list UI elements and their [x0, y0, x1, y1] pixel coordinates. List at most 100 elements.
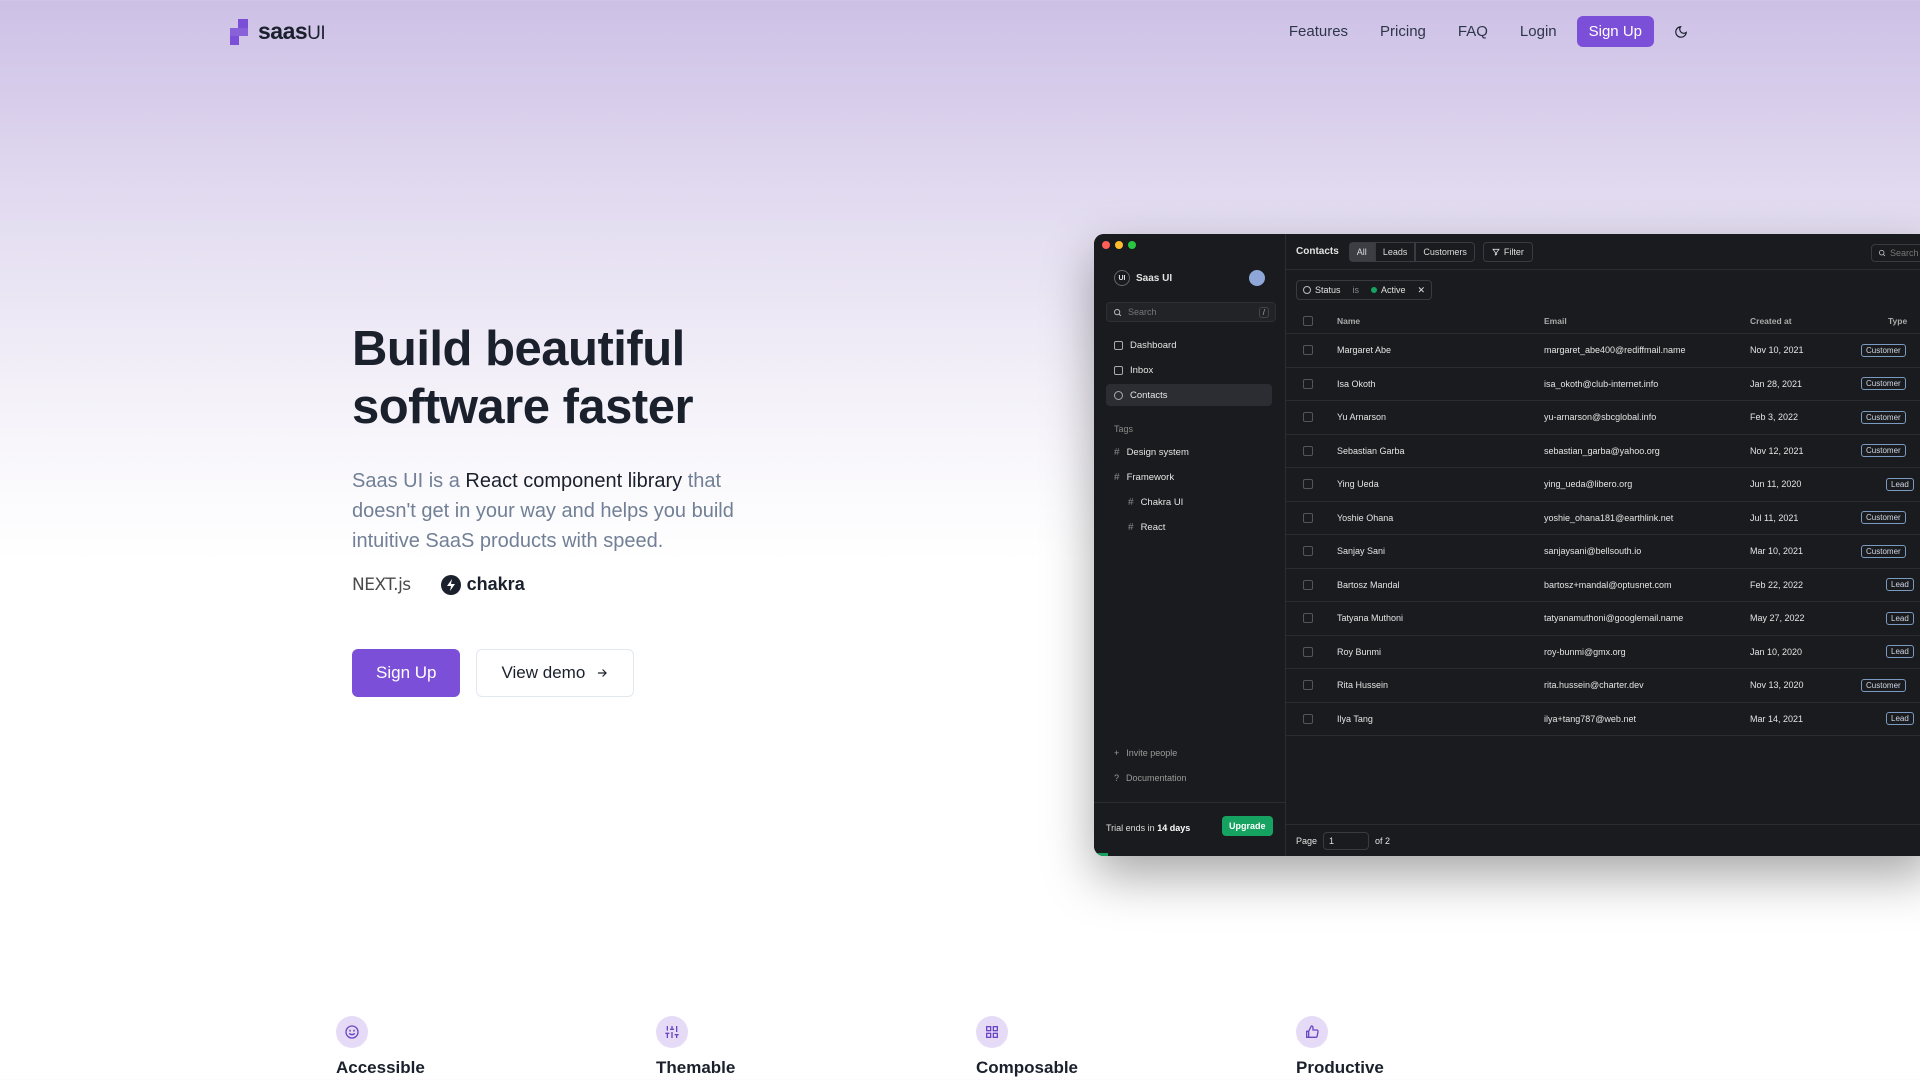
- type-badge: Lead: [1886, 477, 1914, 491]
- contact-email: rita.hussein@charter.dev: [1544, 680, 1644, 691]
- row-checkbox[interactable]: [1303, 445, 1313, 456]
- nav-link-features[interactable]: Features: [1289, 23, 1348, 40]
- invite-people-link[interactable]: + Invite people: [1106, 742, 1272, 764]
- workspace-icon: UI: [1114, 270, 1130, 286]
- type-badge: Customer: [1861, 678, 1906, 692]
- moon-icon[interactable]: [1670, 21, 1692, 43]
- feature-title: Accessible: [336, 1058, 425, 1077]
- filter-field: Status: [1297, 285, 1347, 295]
- workspace-switcher[interactable]: UI Saas UI: [1114, 270, 1172, 286]
- type-badge: Customer: [1861, 343, 1906, 357]
- upgrade-button[interactable]: Upgrade: [1222, 816, 1273, 836]
- plus-icon: +: [1114, 748, 1120, 758]
- row-checkbox[interactable]: [1303, 412, 1313, 423]
- tag-item[interactable]: # Chakra UI: [1106, 491, 1272, 513]
- trial-banner: Trial ends in 14 days Upgrade: [1094, 802, 1286, 856]
- column-header-type[interactable]: Type: [1888, 316, 1907, 326]
- tag-item[interactable]: # Framework: [1106, 466, 1272, 488]
- row-checkbox[interactable]: [1303, 713, 1313, 724]
- feature-title: Productive: [1296, 1058, 1384, 1077]
- nav-link-login[interactable]: Login: [1520, 23, 1557, 40]
- select-all-checkbox[interactable]: [1303, 316, 1313, 326]
- logo[interactable]: saasUI: [230, 18, 326, 45]
- app-sidebar: UI Saas UI Search / Dashboard Inbox Cont…: [1094, 234, 1286, 856]
- filter-operator: is: [1352, 285, 1360, 295]
- sidebar-item-contacts[interactable]: Contacts: [1106, 384, 1272, 406]
- chakra-logo: chakra: [440, 574, 525, 595]
- sidebar-item-inbox[interactable]: Inbox: [1106, 359, 1272, 381]
- contacts-search-input[interactable]: Search: [1871, 244, 1920, 262]
- feature-productive: Productive: [1296, 1016, 1456, 1078]
- contact-created: Feb 22, 2022: [1750, 579, 1804, 590]
- table-row[interactable]: Yoshie Ohana yoshie_ohana181@earthlink.ne…: [1286, 500, 1920, 535]
- table-row[interactable]: Ilya Tang ilya+tang787@web.net Mar 14, 202…: [1286, 701, 1920, 736]
- contact-email: bartosz+mandal@optusnet.com: [1544, 579, 1672, 590]
- table-row[interactable]: Margaret Abe margaret_abe400@rediffmail.n…: [1286, 333, 1920, 367]
- nav-link-faq[interactable]: FAQ: [1458, 23, 1488, 40]
- contact-email: tatyanamuthoni@googlemail.name: [1544, 613, 1684, 624]
- feature-composable: Composable: [976, 1016, 1136, 1078]
- signup-button[interactable]: Sign Up: [352, 649, 461, 697]
- row-checkbox[interactable]: [1303, 345, 1313, 356]
- contact-email: ilya+tang787@web.net: [1544, 713, 1636, 724]
- trial-progress: [1094, 853, 1108, 856]
- column-header-name[interactable]: Name: [1337, 316, 1360, 326]
- contact-created: Jul 11, 2021: [1750, 512, 1799, 523]
- page-input[interactable]: 1: [1323, 831, 1370, 850]
- pagination: Page 1 of 2: [1286, 824, 1920, 856]
- contact-created: Nov 12, 2021: [1750, 445, 1804, 456]
- tab-leads[interactable]: Leads: [1374, 241, 1416, 262]
- nav-signup-button[interactable]: Sign Up: [1576, 16, 1654, 47]
- documentation-link[interactable]: ? Documentation: [1106, 767, 1272, 789]
- row-checkbox[interactable]: [1303, 579, 1313, 590]
- row-checkbox[interactable]: [1303, 546, 1313, 557]
- sidebar-item-dashboard[interactable]: Dashboard: [1106, 334, 1272, 356]
- table-row[interactable]: Ying Ueda ying_ueda@libero.org Jun 11, 202…: [1286, 467, 1920, 501]
- contact-email: yu-arnarson@sbcglobal.info: [1544, 412, 1657, 423]
- users-icon: [1114, 390, 1123, 400]
- type-badge: Customer: [1861, 410, 1906, 424]
- tag-item[interactable]: # React: [1106, 516, 1272, 538]
- table-row[interactable]: Tatyana Muthoni tatyanamuthoni@googlemail…: [1286, 601, 1920, 635]
- row-checkbox[interactable]: [1303, 646, 1313, 657]
- table-row[interactable]: Yu Arnarson yu-arnarson@sbcglobal.info Feb…: [1286, 400, 1920, 434]
- table-row[interactable]: Sanjay Sani sanjaysani@bellsouth.io Mar 10…: [1286, 534, 1920, 568]
- top-nav: saasUI Features Pricing FAQ Login Sign U…: [0, 0, 1920, 64]
- row-checkbox[interactable]: [1303, 479, 1313, 490]
- window-controls: [1102, 241, 1136, 249]
- hero-title: Build beautiful software faster: [352, 322, 694, 434]
- table-row[interactable]: Isa Okoth isa_okoth@club-internet.info Jan…: [1286, 366, 1920, 401]
- nav-link-pricing[interactable]: Pricing: [1380, 23, 1426, 40]
- table-row[interactable]: Somkhit Starrsomkhit.starr@tin.bizMay 14…: [1286, 735, 1920, 739]
- row-checkbox[interactable]: [1303, 680, 1313, 691]
- table-row[interactable]: Bartosz Mandal bartosz+mandal@optusnet.co…: [1286, 567, 1920, 602]
- tags-list: # Design system # Framework # Chakra UI # Re…: [1106, 441, 1272, 541]
- column-header-email[interactable]: Email: [1544, 316, 1567, 326]
- minimize-dot-icon[interactable]: [1115, 241, 1123, 249]
- view-demo-button[interactable]: View demo: [476, 649, 635, 697]
- sidebar-search-input[interactable]: Search /: [1106, 302, 1276, 322]
- row-checkbox[interactable]: [1303, 613, 1313, 624]
- maximize-dot-icon[interactable]: [1128, 241, 1136, 249]
- avatar[interactable]: [1249, 270, 1265, 286]
- table-row[interactable]: Roy Bunmi roy-bunmi@gmx.org Jan 10, 2020 Le…: [1286, 634, 1920, 669]
- row-checkbox[interactable]: [1303, 378, 1313, 389]
- table-row[interactable]: Sebastian Garba sebastian_garba@yahoo.org…: [1286, 433, 1920, 468]
- table-row[interactable]: Rita Hussein rita.hussein@charter.dev Nov …: [1286, 668, 1920, 702]
- tag-item[interactable]: # Design system: [1106, 441, 1272, 463]
- type-badge: Customer: [1861, 511, 1906, 525]
- logo-text: saasUI: [258, 18, 326, 44]
- nextjs-logo: NEXT.js: [352, 574, 411, 595]
- tab-all[interactable]: All: [1348, 241, 1375, 262]
- hash-icon: #: [1128, 521, 1134, 533]
- active-filter[interactable]: Status is Active ✕: [1296, 280, 1433, 300]
- row-checkbox[interactable]: [1303, 512, 1313, 523]
- column-header-created[interactable]: Created at: [1750, 316, 1792, 326]
- status-icon: [1303, 286, 1311, 294]
- close-icon[interactable]: ✕: [1412, 285, 1432, 296]
- close-dot-icon[interactable]: [1102, 241, 1110, 249]
- type-badge: Customer: [1861, 444, 1906, 458]
- tab-customers[interactable]: Customers: [1415, 241, 1475, 262]
- filter-button[interactable]: Filter: [1482, 241, 1533, 262]
- contacts-toolbar: Contacts All Leads Customers Filter Sear…: [1286, 234, 1920, 270]
